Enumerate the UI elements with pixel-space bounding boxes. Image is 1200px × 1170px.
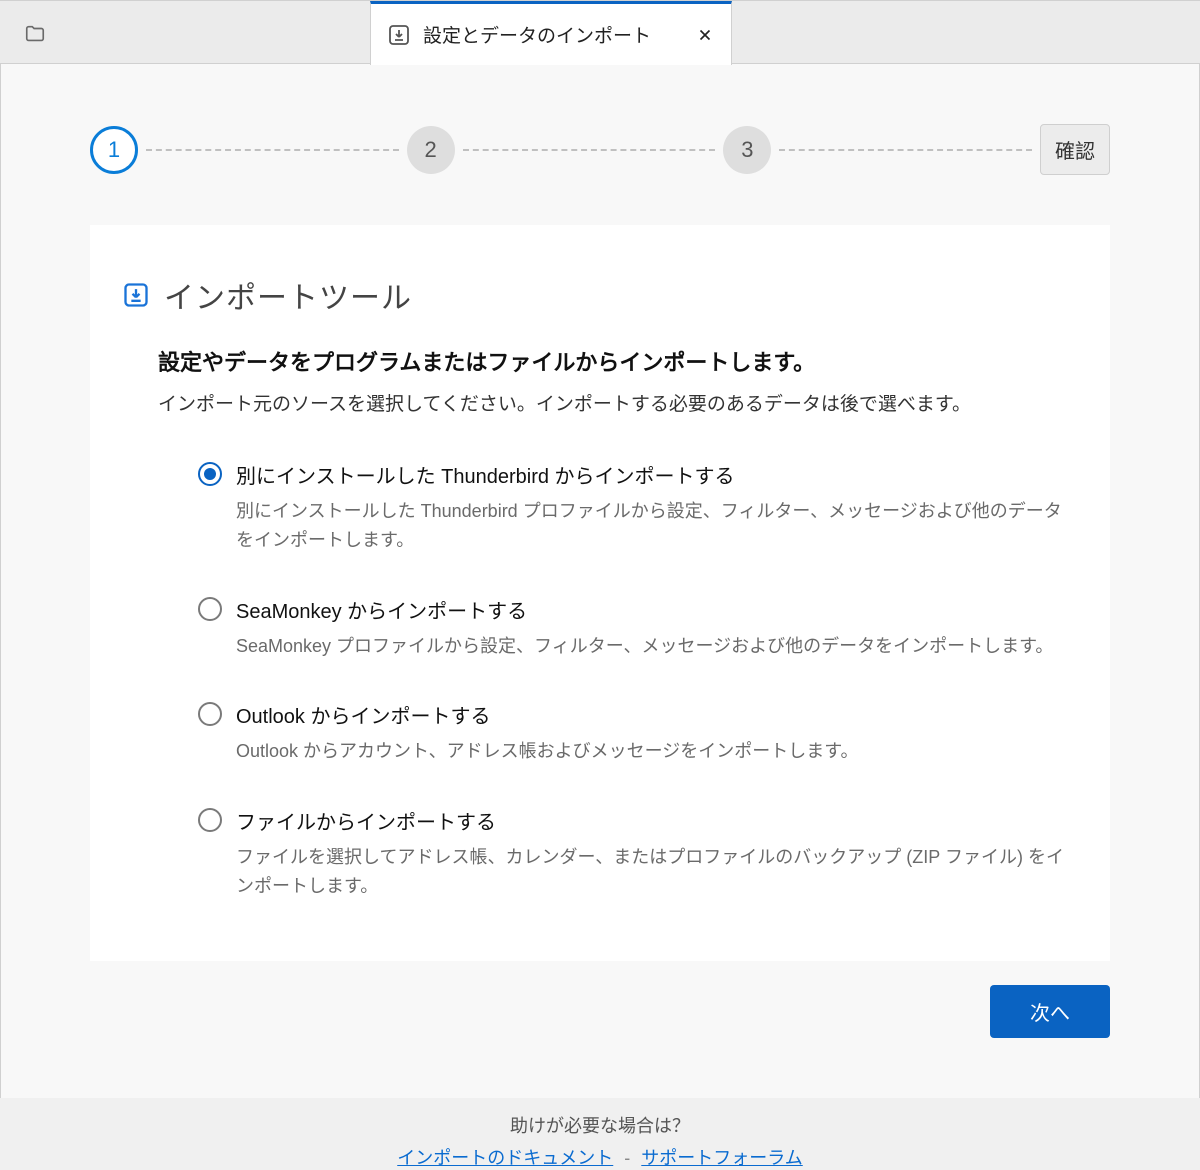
- option-title: SeaMonkey からインポートする: [236, 595, 1070, 624]
- step-3[interactable]: 3: [723, 126, 771, 174]
- close-icon[interactable]: [695, 25, 715, 45]
- step-confirm-label: 確認: [1055, 141, 1095, 163]
- options-group: 別にインストールした Thunderbird からインポートする 別にインストー…: [158, 460, 1070, 901]
- step-connector: [463, 149, 716, 151]
- option-thunderbird[interactable]: 別にインストールした Thunderbird からインポートする 別にインストー…: [198, 460, 1070, 555]
- option-seamonkey[interactable]: SeaMonkey からインポートする SeaMonkey プロファイルから設定…: [198, 595, 1070, 661]
- help-forum-link[interactable]: サポートフォーラム: [641, 1148, 802, 1168]
- option-desc: 別にインストールした Thunderbird プロファイルから設定、フィルター、…: [236, 497, 1070, 555]
- step-2-label: 2: [425, 137, 437, 163]
- tab-import[interactable]: 設定とデータのインポート: [370, 1, 732, 65]
- help-prompt: 助けが必要な場合は？: [90, 1112, 1110, 1138]
- card-title: インポートツール: [164, 273, 412, 317]
- radio-file[interactable]: [198, 808, 222, 832]
- option-desc: SeaMonkey プロファイルから設定、フィルター、メッセージおよび他のデータ…: [236, 632, 1070, 661]
- import-icon: [387, 23, 411, 47]
- option-title: ファイルからインポートする: [236, 806, 1070, 835]
- option-desc: Outlook からアカウント、アドレス帳およびメッセージをインポートします。: [236, 737, 1070, 766]
- step-connector: [779, 149, 1032, 151]
- step-confirm[interactable]: 確認: [1040, 124, 1110, 175]
- import-tool-icon: [122, 281, 150, 309]
- next-button[interactable]: 次へ: [990, 985, 1110, 1038]
- option-title: 別にインストールした Thunderbird からインポートする: [236, 460, 1070, 489]
- step-1[interactable]: 1: [90, 126, 138, 174]
- tab-title: 設定とデータのインポート: [423, 21, 683, 48]
- card-header: インポートツール: [122, 273, 1070, 317]
- step-2[interactable]: 2: [407, 126, 455, 174]
- step-3-label: 3: [741, 137, 753, 163]
- step-1-label: 1: [108, 137, 120, 163]
- option-file[interactable]: ファイルからインポートする ファイルを選択してアドレス帳、カレンダー、またはプロ…: [198, 806, 1070, 901]
- radio-seamonkey[interactable]: [198, 597, 222, 621]
- radio-outlook[interactable]: [198, 702, 222, 726]
- content-area: 1 2 3 確認 インポートツール 設定やデータをプログラムまたはファイルからイ…: [0, 64, 1200, 1098]
- folder-icon[interactable]: [24, 23, 46, 41]
- step-connector: [146, 149, 399, 151]
- actions-bar: 次へ: [90, 985, 1110, 1038]
- tab-bar: 設定とデータのインポート: [0, 0, 1200, 64]
- help-doc-link[interactable]: インポートのドキュメント: [397, 1148, 613, 1168]
- help-separator: -: [624, 1148, 630, 1168]
- stepper: 1 2 3 確認: [90, 124, 1110, 175]
- option-outlook[interactable]: Outlook からインポートする Outlook からアカウント、アドレス帳お…: [198, 700, 1070, 766]
- option-title: Outlook からインポートする: [236, 700, 1070, 729]
- radio-thunderbird[interactable]: [198, 462, 222, 486]
- import-card: インポートツール 設定やデータをプログラムまたはファイルからインポートします。 …: [90, 225, 1110, 961]
- lead-strong: 設定やデータをプログラムまたはファイルからインポートします。: [158, 345, 1070, 377]
- help-section: 助けが必要な場合は？ インポートのドキュメント - サポートフォーラム: [90, 1112, 1110, 1170]
- option-desc: ファイルを選択してアドレス帳、カレンダー、またはプロファイルのバックアップ (Z…: [236, 843, 1070, 901]
- lead-sub: インポート元のソースを選択してください。インポートする必要のあるデータは後で選べ…: [158, 389, 1070, 416]
